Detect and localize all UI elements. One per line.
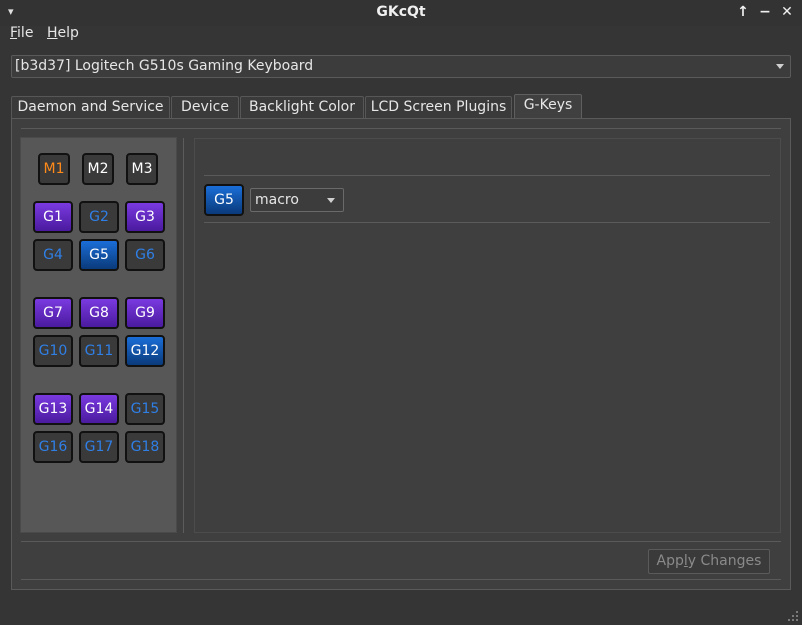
gkey-g18[interactable]: G18 xyxy=(125,431,165,463)
gkey-g11[interactable]: G11 xyxy=(79,335,119,367)
menu-file-label: ile xyxy=(17,25,34,41)
device-select[interactable]: [b3d37] Logitech G510s Gaming Keyboard xyxy=(11,55,791,78)
gkey-g10[interactable]: G10 xyxy=(33,335,73,367)
tab-g-keys[interactable]: G-Keys xyxy=(514,94,582,120)
editor-top-divider xyxy=(204,175,770,176)
gkey-g12[interactable]: G12 xyxy=(125,335,165,367)
action-type-select[interactable]: macro xyxy=(250,188,344,212)
device-select-value: [b3d37] Logitech G510s Gaming Keyboard xyxy=(15,58,314,74)
menu-file[interactable]: File xyxy=(10,25,33,41)
tab-backlight-color[interactable]: Backlight Color xyxy=(240,96,364,119)
footer-top-divider xyxy=(21,541,781,542)
gkey-g8[interactable]: G8 xyxy=(79,297,119,329)
menu-bar: File Help xyxy=(0,24,802,46)
gkey-g13[interactable]: G13 xyxy=(33,393,73,425)
chevron-down-icon xyxy=(776,64,784,69)
close-icon[interactable]: ✕ xyxy=(778,3,796,21)
gkey-g16[interactable]: G16 xyxy=(33,431,73,463)
menu-help-mnemonic: H xyxy=(47,25,58,41)
selected-key-button[interactable]: G5 xyxy=(204,184,244,216)
top-divider xyxy=(21,128,781,129)
action-type-value: macro xyxy=(255,192,299,208)
mkey-m2[interactable]: M2 xyxy=(82,153,114,185)
menu-file-mnemonic: F xyxy=(10,25,18,41)
tab-lcd-screen-plugins[interactable]: LCD Screen Plugins xyxy=(365,96,512,119)
gkey-g9[interactable]: G9 xyxy=(125,297,165,329)
tab-device[interactable]: Device xyxy=(171,96,239,119)
gkey-g5[interactable]: G5 xyxy=(79,239,119,271)
gkey-g1[interactable]: G1 xyxy=(33,201,73,233)
apply-changes-button[interactable]: Apply Changes xyxy=(648,549,770,574)
gkey-g6[interactable]: G6 xyxy=(125,239,165,271)
menu-help-label: elp xyxy=(57,25,79,41)
gkey-g4[interactable]: G4 xyxy=(33,239,73,271)
resize-grip-icon[interactable] xyxy=(786,609,800,623)
gkey-g2[interactable]: G2 xyxy=(79,201,119,233)
gkey-g7[interactable]: G7 xyxy=(33,297,73,329)
footer-bottom-divider xyxy=(21,579,781,580)
chevron-down-icon xyxy=(327,198,335,203)
mkey-m3[interactable]: M3 xyxy=(126,153,158,185)
mkey-m1[interactable]: M1 xyxy=(38,153,70,185)
keep-above-icon[interactable]: ↑ xyxy=(734,3,752,21)
apply-label-suffix: y Changes xyxy=(687,553,762,569)
gkey-g3[interactable]: G3 xyxy=(125,201,165,233)
window-title: GKcQt xyxy=(376,4,426,20)
menu-help[interactable]: Help xyxy=(47,25,79,41)
panel-splitter[interactable] xyxy=(183,138,184,533)
gkey-g17[interactable]: G17 xyxy=(79,431,119,463)
editor-bottom-divider xyxy=(204,222,770,223)
gkey-g15[interactable]: G15 xyxy=(125,393,165,425)
gkey-g14[interactable]: G14 xyxy=(79,393,119,425)
apply-label-prefix: App xyxy=(656,553,684,569)
minimize-icon[interactable]: − xyxy=(756,3,774,21)
title-bar: ▾ GKcQt ↑ − ✕ xyxy=(0,0,802,26)
tab-daemon-and-service[interactable]: Daemon and Service xyxy=(11,96,170,119)
